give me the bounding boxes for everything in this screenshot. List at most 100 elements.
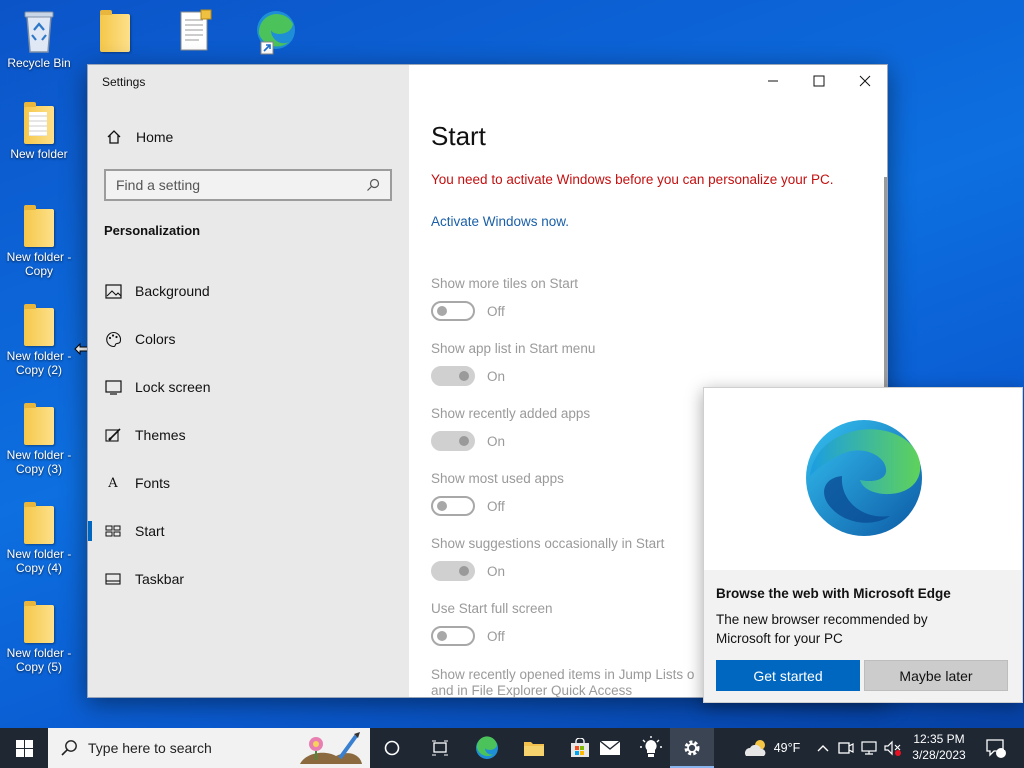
maybe-later-button[interactable]: Maybe later (864, 660, 1008, 691)
toggle-state: Off (487, 303, 505, 319)
activation-warning: You need to activate Windows before you … (431, 172, 834, 187)
meet-now-button[interactable] (836, 728, 856, 768)
task-view-button[interactable] (418, 728, 462, 768)
edge-icon (257, 11, 295, 55)
weather-temperature: 49°F (773, 741, 801, 755)
home-label: Home (136, 129, 174, 145)
desktop-icon-label: New folder - Copy (6, 250, 72, 278)
desktop-icon-new-folder-copy-2[interactable]: New folder - Copy (2) (1, 304, 77, 377)
show-hidden-icons-button[interactable] (812, 728, 834, 768)
desktop-icon-document-partial[interactable] (157, 8, 233, 56)
setting-more-tiles: Show more tiles on Start Off (431, 276, 578, 321)
folder-icon (24, 304, 54, 346)
toggle-switch[interactable] (431, 301, 475, 321)
font-icon: A (108, 475, 118, 491)
nav-item-background[interactable]: Background (88, 271, 409, 311)
desktop-icon-new-folder-copy[interactable]: New folder - Copy (1, 205, 77, 278)
nav-item-start[interactable]: Start (88, 511, 409, 551)
action-center-button[interactable]: 1 (978, 728, 1014, 768)
setting-label: Show suggestions occasionally in Start (431, 536, 665, 551)
start-button[interactable] (0, 728, 48, 768)
chevron-up-icon (817, 745, 829, 752)
desktop-icon-edge-partial[interactable] (236, 6, 312, 58)
windows-logo-icon (15, 739, 33, 757)
desktop-icon-folder-partial[interactable] (77, 8, 153, 55)
nav-item-label: Lock screen (135, 379, 211, 395)
taskbar-settings-button[interactable] (670, 728, 714, 768)
desktop-icon-new-folder-copy-3[interactable]: New folder - Copy (3) (1, 403, 77, 476)
desktop-icon-new-folder-copy-5[interactable]: New folder - Copy (5) (1, 601, 77, 674)
palette-icon (104, 330, 122, 348)
desktop-icon-label: Recycle Bin (7, 56, 71, 70)
desktop-icon-label: New folder - Copy (2) (6, 349, 72, 377)
nav-item-themes[interactable]: Themes (88, 415, 409, 455)
toggle-switch[interactable] (431, 366, 475, 386)
lightbulb-icon (640, 736, 662, 757)
nav-item-lock-screen[interactable]: Lock screen (88, 367, 409, 407)
window-title: Settings (102, 75, 146, 89)
toggle-state: On (487, 368, 506, 384)
task-view-icon (432, 740, 448, 756)
desktop-icon-new-folder[interactable]: New folder (1, 102, 77, 161)
home-nav-item[interactable]: Home (106, 129, 173, 145)
setting-label: Show more tiles on Start (431, 276, 579, 291)
cortana-button[interactable] (370, 728, 414, 768)
taskbar-file-explorer-button[interactable] (512, 728, 556, 768)
nav-item-taskbar[interactable]: Taskbar (88, 559, 409, 599)
search-highlight-illustration-icon (300, 732, 362, 764)
toggle-state: Off (487, 628, 505, 644)
toggle-state: Off (487, 498, 505, 514)
clock-time: 12:35 PM (913, 732, 965, 746)
nav-item-label: Background (135, 283, 210, 299)
nav-item-fonts[interactable]: A Fonts (88, 463, 409, 503)
setting-suggestions: Show suggestions occasionally in Start O… (431, 536, 664, 581)
edge-promo-popup: Browse the web with Microsoft Edge The n… (703, 387, 1023, 703)
scrollbar[interactable] (884, 177, 887, 417)
nav-item-label: Start (135, 523, 165, 539)
folder-icon (24, 205, 54, 247)
setting-label: Use Start full screen (431, 601, 553, 616)
setting-recently-added: Show recently added apps On (431, 406, 590, 451)
settings-sidebar: Settings Home Find a setting Personaliza… (88, 65, 409, 697)
network-icon (861, 741, 877, 755)
get-started-button[interactable]: Get started (716, 660, 860, 691)
document-lock-icon (180, 9, 212, 51)
cortana-circle-icon (384, 740, 400, 756)
nav-item-label: Fonts (135, 475, 171, 491)
setting-label-continued: and in File Explorer Quick Access (431, 683, 633, 698)
edge-logo-icon (806, 420, 922, 536)
taskbar-tips-button[interactable] (629, 728, 673, 768)
nav-item-label: Themes (135, 427, 186, 443)
folder-icon (24, 601, 54, 643)
desktop-icon-label: New folder - Copy (3) (6, 448, 72, 476)
desktop-icon-new-folder-copy-4[interactable]: New folder - Copy (4) (1, 502, 77, 575)
monitor-icon (104, 378, 122, 396)
volume-button[interactable] (882, 728, 904, 768)
activate-windows-link[interactable]: Activate Windows now. (431, 214, 569, 229)
folder-icon (24, 502, 54, 544)
setting-app-list: Show app list in Start menu On (431, 341, 595, 386)
taskbar-edge-button[interactable] (465, 728, 509, 768)
toggle-switch[interactable] (431, 561, 475, 581)
toggle-switch[interactable] (431, 496, 475, 516)
nav-item-colors[interactable]: Colors (88, 319, 409, 359)
search-placeholder: Find a setting (116, 177, 201, 193)
toggle-switch[interactable] (431, 431, 475, 451)
toggle-switch[interactable] (431, 626, 475, 646)
nav-item-label: Colors (135, 331, 176, 347)
folder-icon (24, 102, 54, 144)
network-button[interactable] (859, 728, 879, 768)
setting-label: Show most used apps (431, 471, 564, 486)
taskbar-search-box[interactable]: Type here to search (48, 728, 370, 768)
desktop-icon-recycle-bin[interactable]: Recycle Bin (1, 8, 77, 70)
gear-icon (684, 740, 700, 756)
toggle-state: On (487, 563, 506, 579)
brush-icon (104, 426, 122, 444)
clock[interactable]: 12:35 PM 3/28/2023 (904, 731, 974, 763)
setting-label: Show recently added apps (431, 406, 591, 421)
weather-widget[interactable]: 49°F (736, 728, 806, 768)
find-setting-input[interactable]: Find a setting (104, 169, 392, 201)
picture-icon (104, 282, 122, 300)
popup-body: The new browser recommended by Microsoft… (716, 612, 928, 646)
taskbar-mail-button[interactable] (588, 728, 632, 768)
